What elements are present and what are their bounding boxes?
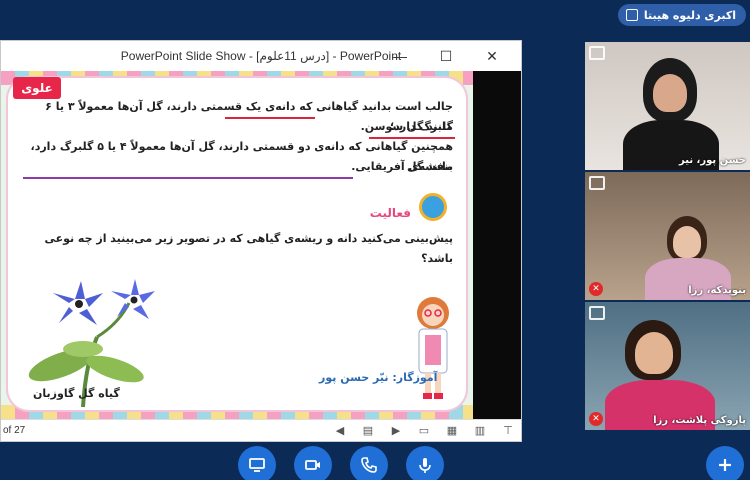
normal-view-icon[interactable]: ▭ [417,425,431,437]
microphone-icon [419,458,431,473]
participant-name: بنویدکه، رزا [688,285,746,296]
expand-icon[interactable] [589,46,605,60]
maximize-button[interactable]: ☐ [423,48,469,65]
ppt-title: PowerPoint Slide Show - [درس 11علوم] - P… [120,49,402,63]
purple-underline [23,177,353,179]
slide-text-line-2: مانند گل سوسن. [360,120,453,133]
slide-sorter-icon[interactable]: ▦ [445,425,459,437]
participant-name: حسن پور، نیر [679,155,746,166]
mic-muted-icon: ✕ [589,282,603,296]
monitor-icon [249,458,265,472]
next-slide-icon[interactable]: ▶ [389,425,403,437]
add-button[interactable] [706,446,744,480]
presenter-badge[interactable]: اکبری دلیوه هیبتا [617,4,746,26]
slide-letterbox [473,71,521,419]
slide-counter: of 27 [3,425,26,436]
expand-icon[interactable] [589,176,605,190]
participant-name: پاروکی پلاشت، رزا [653,415,746,426]
participant-face [653,74,687,112]
share-screen-button[interactable] [238,446,276,480]
slide-text-line-4: بنفشه‌ی آفریقایی. [351,160,453,173]
participant-video-tile[interactable]: حسن پور، نیر [585,42,750,170]
participant-video-tile[interactable]: ✕ بنویدکه، رزا [585,172,750,300]
window-controls: — ☐ ✕ [377,41,515,71]
powerpoint-window[interactable]: PowerPoint Slide Show - [درس 11علوم] - P… [0,40,522,442]
school-logo: علوی [13,77,61,99]
previous-slide-icon[interactable]: ◀ [333,425,347,437]
participant-face [673,226,701,258]
meeting-controls [0,444,750,480]
expand-icon[interactable] [589,306,605,320]
plus-icon [719,459,731,471]
image-caption: گیاه گل گاوزبان [33,387,120,400]
presenter-name: اکبری دلیوه هیبتا [643,8,736,22]
activity-gear-icon [419,193,447,221]
participant-face [635,332,673,374]
activity-heading: فعالیت [369,206,411,220]
phone-icon [361,457,377,473]
minimize-button[interactable]: — [377,48,423,64]
microphone-button[interactable] [406,446,444,480]
close-button[interactable]: ✕ [469,48,515,65]
participant-video-tile[interactable]: ✕ پاروکی پلاشت، رزا [585,302,750,430]
video-button[interactable] [294,446,332,480]
ppt-titlebar: PowerPoint Slide Show - [درس 11علوم] - P… [1,41,521,71]
call-button[interactable] [350,446,388,480]
reading-view-icon[interactable]: ▥ [473,425,487,437]
camera-icon [305,460,320,470]
decorative-border-bottom [1,405,473,419]
teacher-cartoon-image [417,297,449,399]
teacher-label: آموزگار: نیّر حسن پور [319,371,438,384]
slide-canvas[interactable]: علوی جالب است بدانید گیاهانی که دانه‌ی ی… [1,71,473,419]
ppt-statusbar: of 27 ◀ ▤ ▶ ▭ ▦ ▥ ⊤ [1,419,521,441]
share-screen-icon [625,9,638,21]
mic-muted-icon: ✕ [589,412,603,426]
activity-question: پیش‌بینی می‌کنید دانه و ریشه‌ی گیاهی که … [44,232,453,265]
slideshow-view-icon[interactable]: ⊤ [501,425,515,437]
slide-menu-icon[interactable]: ▤ [361,425,375,437]
